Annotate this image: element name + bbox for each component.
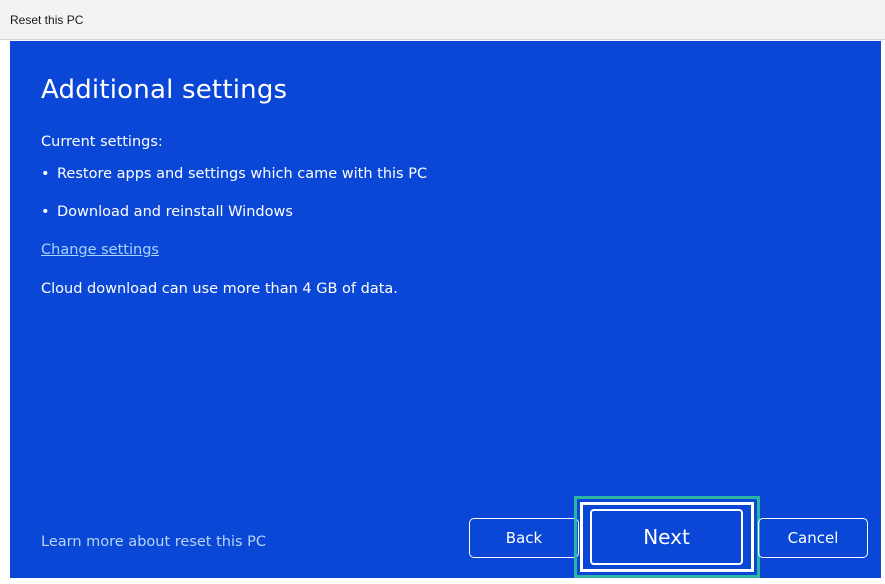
list-item: • Restore apps and settings which came w… bbox=[41, 166, 427, 204]
content-panel: Additional settings Current settings: • … bbox=[10, 41, 881, 578]
learn-more-link[interactable]: Learn more about reset this PC bbox=[41, 534, 266, 550]
setting-download-reinstall: Download and reinstall Windows bbox=[57, 204, 293, 220]
cloud-download-note: Cloud download can use more than 4 GB of… bbox=[41, 281, 398, 297]
title-bar: Reset this PC bbox=[0, 0, 885, 40]
current-settings-label: Current settings: bbox=[41, 134, 163, 150]
cancel-button[interactable]: Cancel bbox=[758, 518, 868, 558]
reset-pc-window: Reset this PC Additional settings Curren… bbox=[0, 0, 885, 584]
page-title: Additional settings bbox=[41, 75, 288, 105]
settings-list: • Restore apps and settings which came w… bbox=[41, 166, 427, 242]
back-button[interactable]: Back bbox=[469, 518, 579, 558]
change-settings-link[interactable]: Change settings bbox=[41, 242, 159, 258]
window-title: Reset this PC bbox=[10, 13, 84, 27]
bullet-icon: • bbox=[41, 204, 50, 220]
next-button[interactable]: Next bbox=[590, 509, 743, 565]
list-item: • Download and reinstall Windows bbox=[41, 204, 427, 242]
setting-restore-apps: Restore apps and settings which came wit… bbox=[57, 166, 428, 182]
bullet-icon: • bbox=[41, 166, 50, 182]
